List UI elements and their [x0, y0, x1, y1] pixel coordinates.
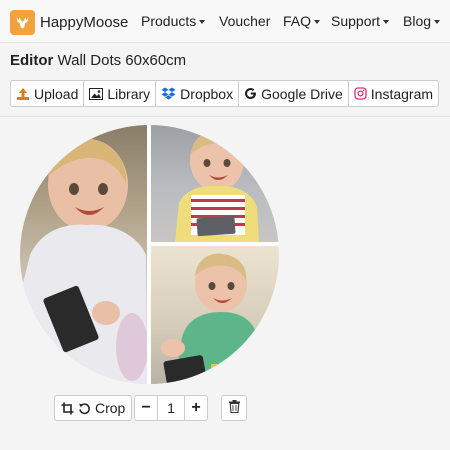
instagram-icon [354, 87, 367, 100]
dropbox-icon [161, 87, 176, 100]
photo-slot-1[interactable] [20, 125, 147, 384]
upload-label: Upload [34, 85, 79, 102]
caret-down-icon [314, 20, 321, 25]
increase-button[interactable]: + [185, 396, 207, 420]
crop-rotate-button[interactable]: Crop [54, 395, 133, 421]
nav-voucher-label: Voucher [219, 13, 271, 29]
quantity-field[interactable]: 1 [157, 396, 185, 420]
wall-dot-preview [20, 125, 279, 384]
nav-support-label: Support [331, 13, 381, 29]
library-button[interactable]: Library [84, 81, 157, 106]
photo-slot-3[interactable] [151, 246, 279, 384]
editor-label: Editor [10, 52, 54, 69]
nav-products-label: Products [141, 13, 197, 29]
product-name: Wall Dots 60x60cm [57, 52, 187, 69]
rotate-icon [78, 402, 91, 415]
dropbox-label: Dropbox [180, 85, 234, 102]
google-icon [244, 87, 257, 100]
crop-label: Crop [95, 400, 126, 416]
caret-down-icon [199, 20, 206, 25]
brand-link[interactable]: HappyMoose [10, 9, 128, 35]
upload-icon [16, 87, 30, 101]
trash-icon [228, 400, 240, 416]
nav-blog-label: Blog [403, 13, 432, 29]
nav-faq[interactable]: FAQ [283, 13, 321, 29]
caret-down-icon [434, 20, 441, 25]
decrease-button[interactable]: − [135, 396, 157, 420]
dropbox-button[interactable]: Dropbox [156, 81, 240, 106]
delete-photo-button[interactable] [221, 395, 247, 421]
photo-source-toolbar: Upload Library Dropbox Google Drive Inst… [10, 80, 440, 107]
nav-faq-label: FAQ [283, 13, 312, 29]
crop-icon [61, 402, 74, 415]
photo-slot-2[interactable] [151, 125, 279, 242]
instagram-label: Instagram [370, 85, 434, 102]
nav-support[interactable]: Support [331, 13, 390, 29]
page-title: Editor Wall Dots 60x60cm [10, 52, 186, 69]
nav-blog[interactable]: Blog [403, 13, 441, 29]
library-label: Library [107, 85, 151, 102]
top-navbar: HappyMoose Products Voucher FAQ Support … [0, 0, 450, 43]
nav-voucher[interactable]: Voucher [219, 13, 270, 29]
nav-products[interactable]: Products [141, 13, 206, 29]
upload-button[interactable]: Upload [11, 81, 85, 106]
moose-logo-icon [10, 9, 35, 35]
instagram-button[interactable]: Instagram [349, 81, 438, 106]
image-icon [89, 87, 104, 100]
divider [0, 116, 450, 117]
quantity-stepper: − 1 + [134, 395, 208, 421]
google-drive-label: Google Drive [261, 85, 343, 102]
caret-down-icon [383, 20, 390, 25]
google-drive-button[interactable]: Google Drive [239, 81, 349, 106]
brand-name: HappyMoose [40, 13, 129, 31]
